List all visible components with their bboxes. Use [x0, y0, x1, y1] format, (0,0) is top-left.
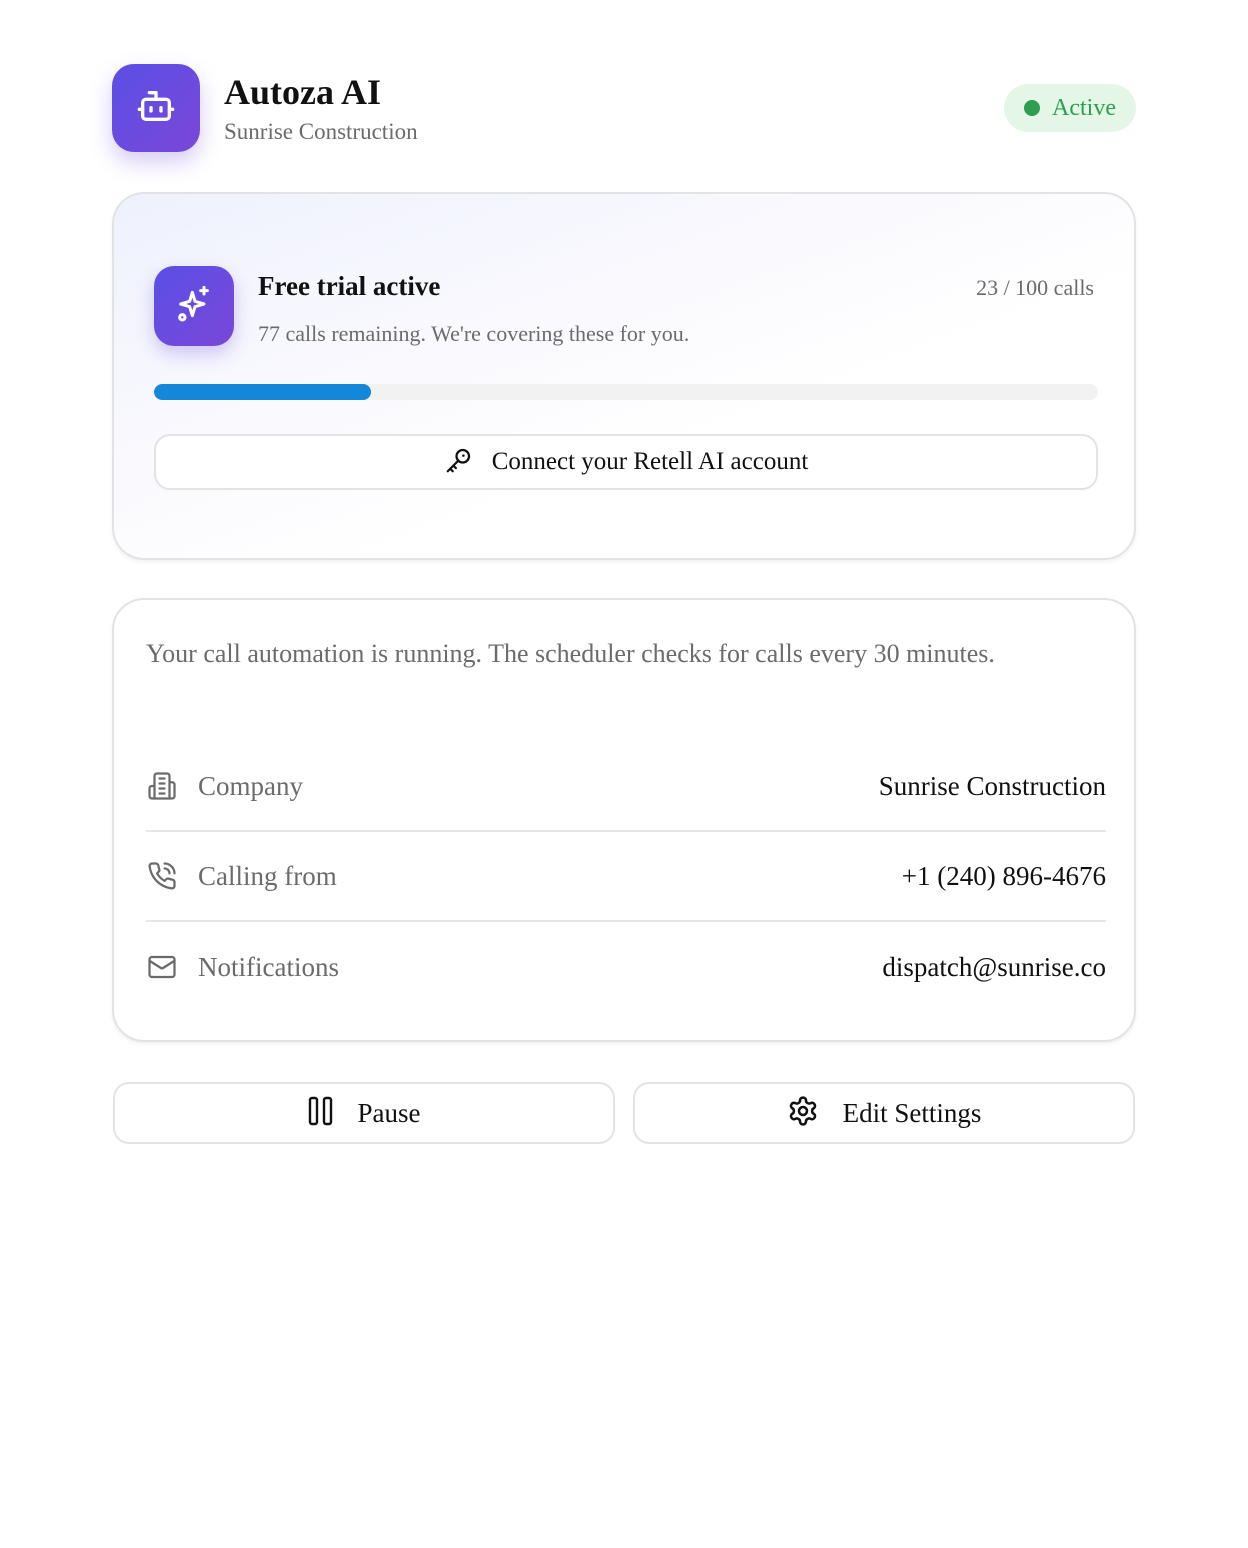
trial-card: Free trial active 23 / 100 calls 77 call… — [112, 192, 1136, 560]
automation-info-card: Your call automation is running. The sch… — [112, 598, 1136, 1042]
trial-icon-tile — [154, 266, 234, 346]
building-icon — [146, 770, 178, 802]
trial-call-count: 23 / 100 calls — [976, 275, 1094, 300]
connect-retell-label: Connect your Retell AI account — [491, 448, 809, 475]
app-subtitle: Sunrise Construction — [224, 119, 418, 144]
app-logo — [112, 64, 200, 152]
info-value-company: Sunrise Construction — [878, 770, 1106, 801]
info-row-calling-from: Calling from +1 (240) 896-4676 — [146, 832, 1106, 922]
info-value-notifications: dispatch@sunrise.co — [882, 951, 1106, 982]
trial-progress-fill — [154, 384, 372, 400]
info-label-company: Company — [198, 770, 303, 801]
trial-progress-bar — [154, 384, 1098, 400]
pause-icon — [308, 1096, 334, 1131]
robot-icon — [136, 86, 176, 131]
gear-icon — [787, 1095, 819, 1132]
connect-retell-button[interactable]: Connect your Retell AI account — [154, 434, 1098, 490]
status-dot — [1024, 100, 1040, 116]
mail-icon — [146, 951, 178, 983]
info-row-notifications: Notifications dispatch@sunrise.co — [146, 922, 1106, 1012]
info-label-calling-from: Calling from — [198, 860, 337, 891]
app-title: Autoza AI — [224, 72, 382, 112]
info-row-company: Company Sunrise Construction — [146, 742, 1106, 832]
status-badge: Active — [1004, 84, 1136, 132]
trial-description: 77 calls remaining. We're covering these… — [258, 321, 690, 346]
pause-button[interactable]: Pause — [113, 1082, 615, 1144]
phone-icon — [146, 860, 178, 892]
info-label-notifications: Notifications — [198, 951, 339, 982]
app-header: Autoza AI Sunrise Construction Active — [112, 64, 1136, 152]
automation-status-message: Your call automation is running. The sch… — [146, 639, 995, 668]
edit-settings-label: Edit Settings — [842, 1097, 982, 1128]
pause-label: Pause — [357, 1097, 421, 1128]
key-icon — [444, 445, 474, 480]
sparkles-icon — [174, 284, 214, 329]
edit-settings-button[interactable]: Edit Settings — [633, 1082, 1135, 1144]
trial-title: Free trial active — [258, 271, 441, 301]
status-label: Active — [1052, 94, 1116, 121]
info-value-calling-from: +1 (240) 896-4676 — [901, 860, 1106, 891]
